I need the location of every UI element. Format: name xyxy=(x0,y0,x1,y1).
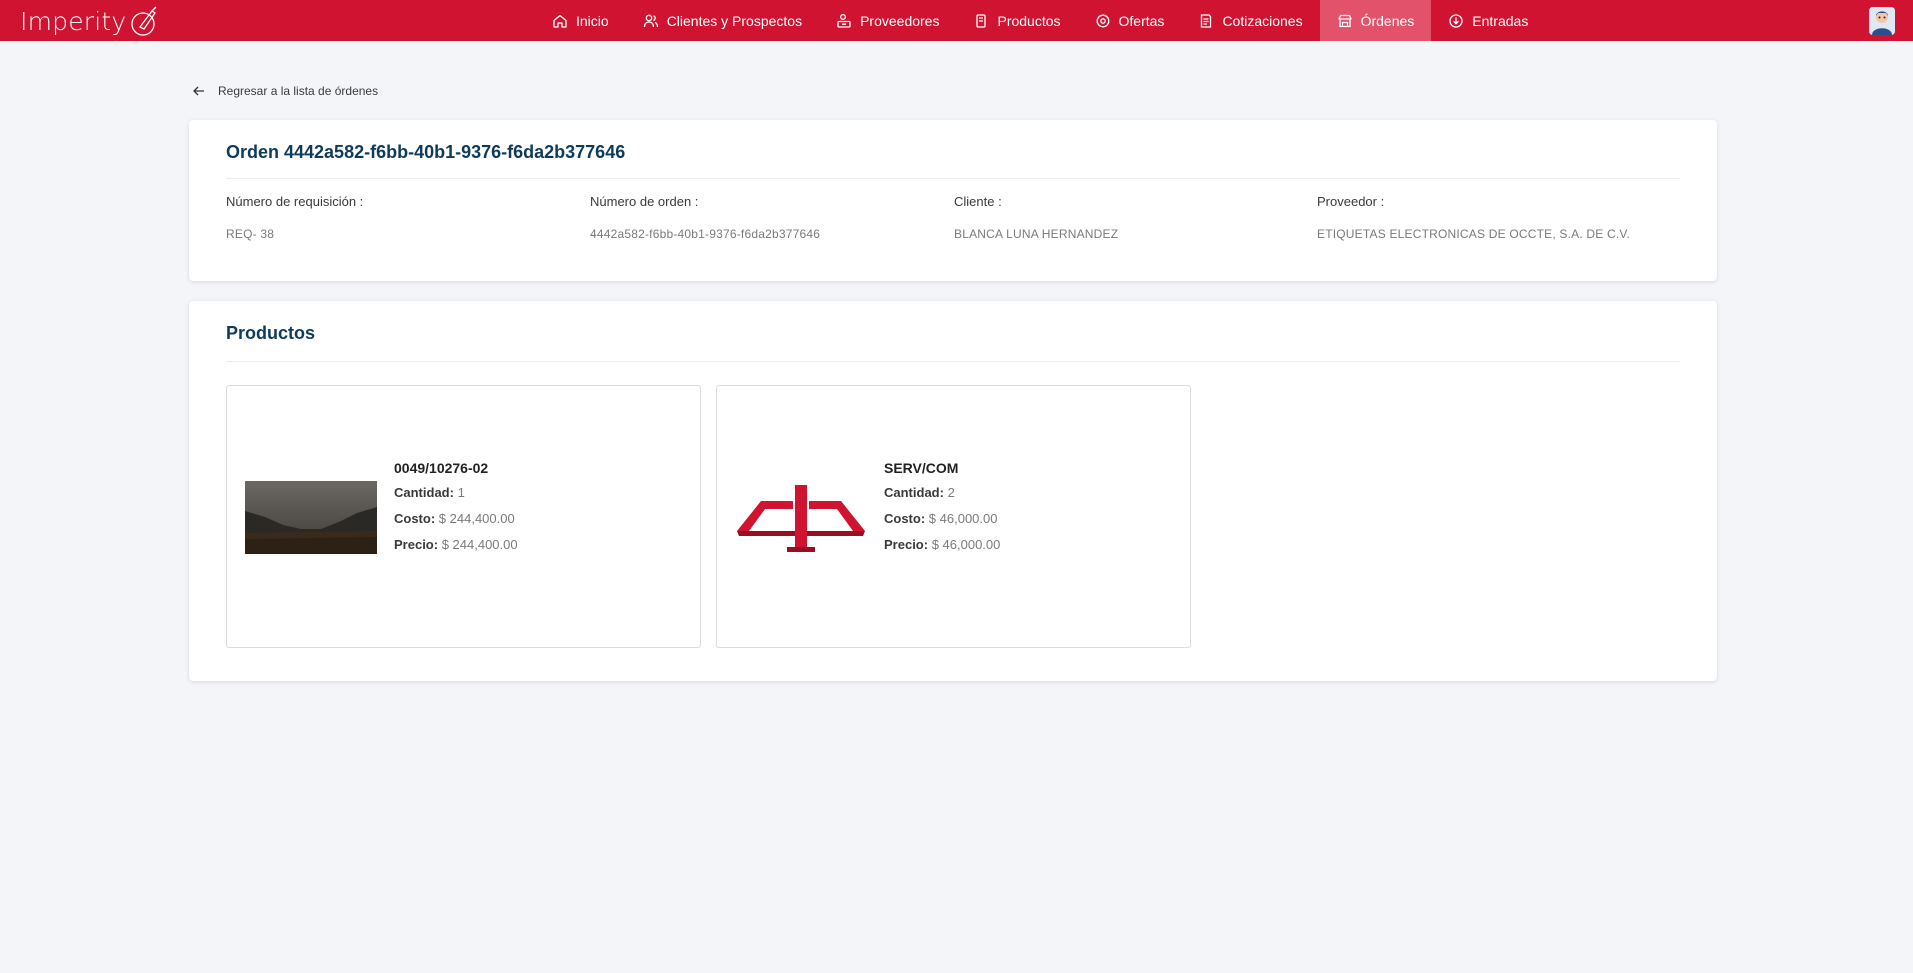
nav-item-label: Clientes y Prospectos xyxy=(666,12,803,29)
product-quantity: Cantidad: 1 xyxy=(394,485,518,500)
product-tile[interactable]: SERV/COM Cantidad: 2 Costo: $ 46,000.00 … xyxy=(716,385,1191,648)
field-label: Proveedor : xyxy=(1317,194,1385,209)
nav-item-label: Órdenes xyxy=(1360,12,1415,29)
back-link-label: Regresar a la lista de órdenes xyxy=(218,84,379,98)
requisition-number-field: Número de requisición : REQ- 38 xyxy=(226,194,363,241)
product-quantity: Cantidad: 2 xyxy=(884,485,1000,500)
field-label: Número de requisición : xyxy=(226,194,364,209)
box-icon xyxy=(973,13,989,29)
document-icon xyxy=(1198,13,1214,29)
product-code: SERV/COM xyxy=(884,460,959,476)
cost-label: Costo: xyxy=(884,511,926,526)
field-label: Cliente : xyxy=(954,194,1002,209)
download-circle-icon xyxy=(1448,13,1464,29)
arrow-left-icon xyxy=(192,85,206,97)
nav-item-entradas[interactable]: Entradas xyxy=(1431,0,1545,41)
nav-item-productos[interactable]: Productos xyxy=(956,0,1077,41)
main-nav: Inicio Clientes y Prospectos Proveedores… xyxy=(535,0,1545,41)
quantity-label: Cantidad: xyxy=(394,485,454,500)
product-tile[interactable]: 0049/10276-02 Cantidad: 1 Costo: $ 244,4… xyxy=(226,385,701,648)
product-price: Precio: $ 244,400.00 xyxy=(394,537,518,552)
supplier-field: Proveedor : ETIQUETAS ELECTRONICAS DE OC… xyxy=(1317,194,1630,241)
nav-item-label: Productos xyxy=(997,12,1061,29)
user-avatar[interactable] xyxy=(1869,7,1895,35)
price-label: Precio: xyxy=(394,537,439,552)
nav-item-inicio[interactable]: Inicio xyxy=(535,0,626,41)
order-details-card: Orden 4442a582-f6bb-40b1-9376-f6da2b3776… xyxy=(189,120,1717,281)
product-info: 0049/10276-02 Cantidad: 1 Costo: $ 244,4… xyxy=(394,460,518,563)
offer-icon xyxy=(1095,13,1111,29)
nav-item-cotizaciones[interactable]: Cotizaciones xyxy=(1181,0,1319,41)
nav-item-label: Ofertas xyxy=(1118,12,1165,29)
nav-item-label: Entradas xyxy=(1472,12,1529,29)
price-value: $ 46,000.00 xyxy=(931,537,1001,552)
brand-logo[interactable]: Imperity xyxy=(20,3,160,39)
store-icon xyxy=(1337,13,1353,29)
nav-item-ofertas[interactable]: Ofertas xyxy=(1078,0,1182,41)
product-cost: Costo: $ 46,000.00 xyxy=(884,511,1000,526)
supplier-icon xyxy=(836,13,852,29)
cost-value: $ 46,000.00 xyxy=(928,511,998,526)
nav-item-label: Proveedores xyxy=(860,12,940,29)
quantity-label: Cantidad: xyxy=(884,485,944,500)
field-value: BLANCA LUNA HERNANDEZ xyxy=(954,227,1119,241)
back-to-orders-link[interactable]: Regresar a la lista de órdenes xyxy=(192,82,378,100)
client-field: Cliente : BLANCA LUNA HERNANDEZ xyxy=(954,194,1118,241)
product-info: SERV/COM Cantidad: 2 Costo: $ 46,000.00 … xyxy=(884,460,1000,563)
order-number-field: Número de orden : 4442a582-f6bb-40b1-937… xyxy=(590,194,820,241)
product-cost: Costo: $ 244,400.00 xyxy=(394,511,518,526)
divider xyxy=(226,361,1680,362)
price-value: $ 244,400.00 xyxy=(441,537,518,552)
pen-brush-icon xyxy=(130,5,160,37)
field-value: 4442a582-f6bb-40b1-9376-f6da2b377646 xyxy=(590,227,821,241)
cost-value: $ 244,400.00 xyxy=(438,511,515,526)
products-card: Productos 0049/10276-02 Cantidad: 1 Cost… xyxy=(189,301,1717,681)
brand-name: Imperity xyxy=(20,6,127,36)
nav-item-label: Cotizaciones xyxy=(1222,12,1303,29)
order-title: Orden 4442a582-f6bb-40b1-9376-f6da2b3776… xyxy=(226,142,626,162)
divider xyxy=(226,178,1680,179)
product-image xyxy=(735,481,867,554)
nav-item-ordenes[interactable]: Órdenes xyxy=(1319,0,1432,41)
nav-item-clientes[interactable]: Clientes y Prospectos xyxy=(626,0,819,41)
quantity-value: 2 xyxy=(947,485,955,500)
products-title: Productos xyxy=(226,323,316,343)
field-label: Número de orden : xyxy=(590,194,699,209)
field-value: ETIQUETAS ELECTRONICAS DE OCCTE, S.A. DE… xyxy=(1317,227,1631,241)
home-icon xyxy=(552,13,568,29)
nav-item-proveedores[interactable]: Proveedores xyxy=(819,0,956,41)
product-price: Precio: $ 46,000.00 xyxy=(884,537,1000,552)
top-navbar: Imperity Inicio Clientes y Prospectos Pr… xyxy=(0,0,1913,41)
product-code: 0049/10276-02 xyxy=(394,460,489,476)
users-icon xyxy=(643,13,659,29)
quantity-value: 1 xyxy=(457,485,465,500)
product-image xyxy=(245,481,377,554)
cost-label: Costo: xyxy=(394,511,436,526)
price-label: Precio: xyxy=(884,537,929,552)
nav-item-label: Inicio xyxy=(576,12,609,29)
field-value: REQ- 38 xyxy=(226,227,275,241)
